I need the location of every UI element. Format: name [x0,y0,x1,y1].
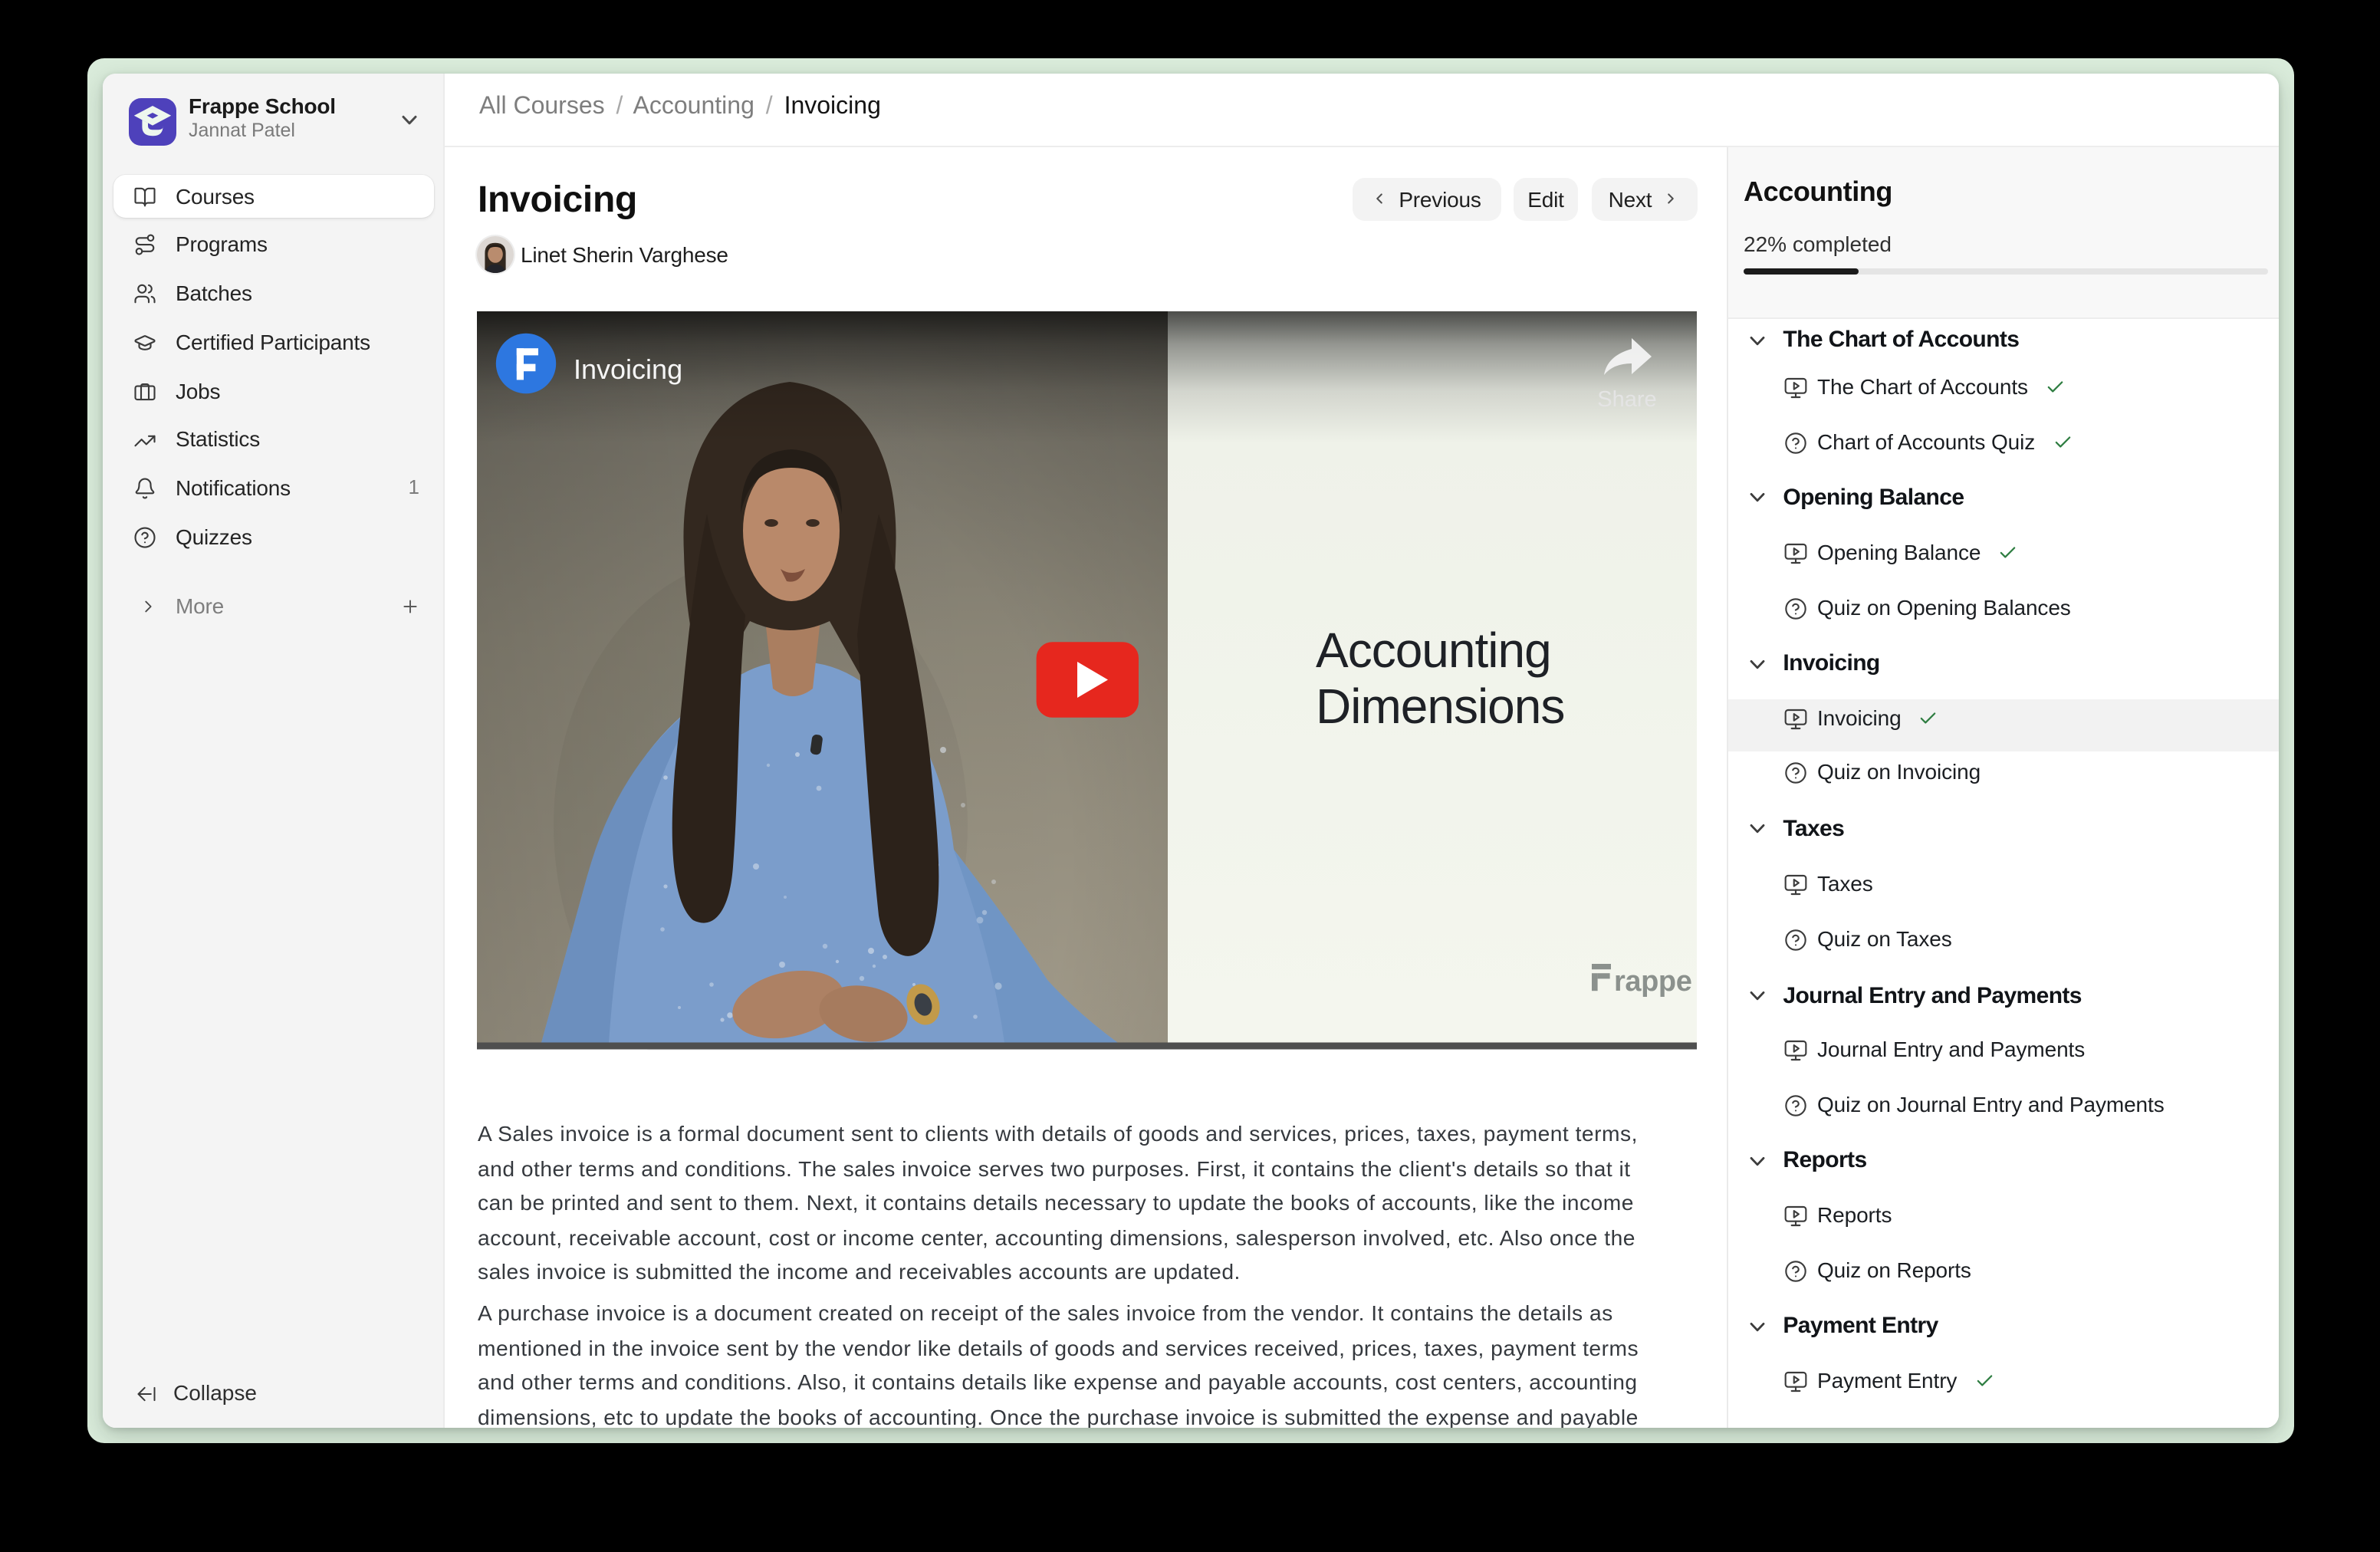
svg-text:Accounting: Accounting [1316,623,1551,679]
svg-text:Invoicing: Invoicing [574,354,682,386]
svg-text:Share: Share [1597,388,1656,413]
svg-text:rappe: rappe [1614,966,1691,998]
svg-text:Dimensions: Dimensions [1316,679,1564,735]
